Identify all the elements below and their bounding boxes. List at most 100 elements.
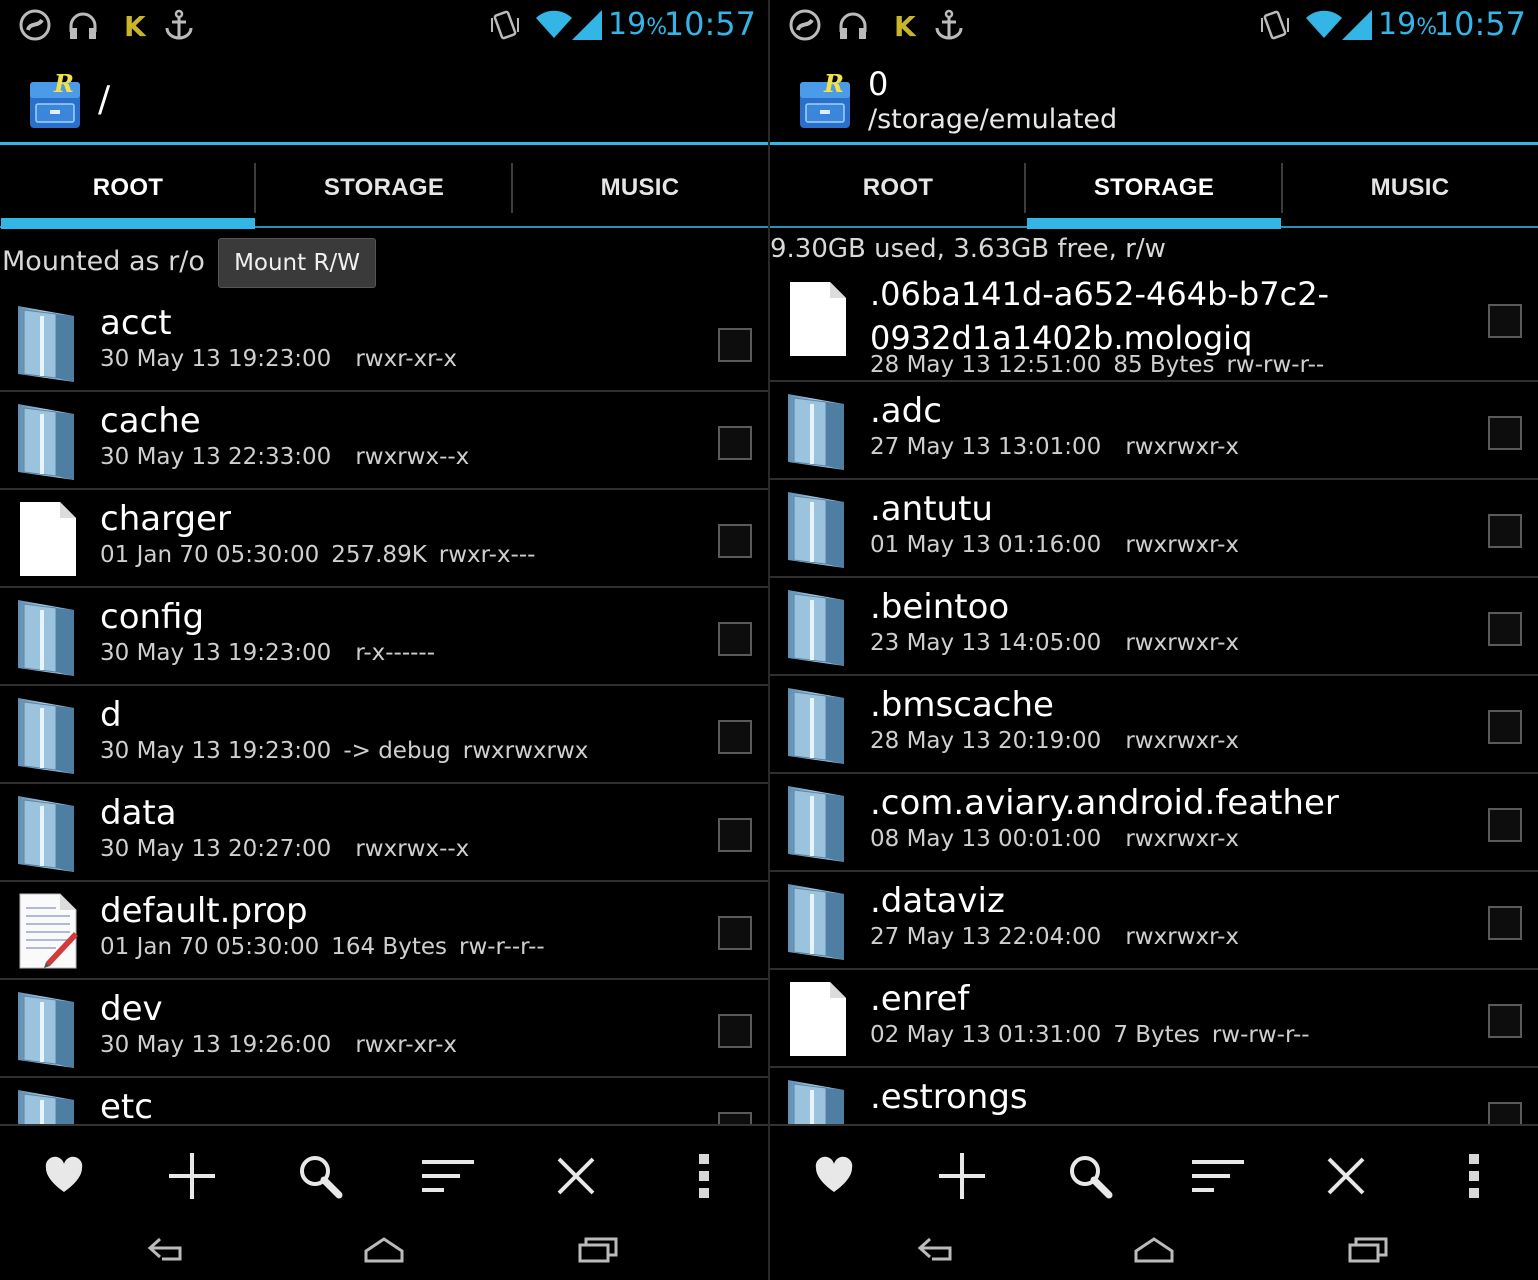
file-details: 01 Jan 70 05:30:00 164 Bytes rw-r--r-- — [100, 934, 545, 960]
file-list-item[interactable]: data 30 May 13 20:27:00 rwxrwx--x — [0, 784, 768, 882]
file-size: 257.89K — [331, 542, 427, 568]
select-checkbox[interactable] — [1488, 1004, 1522, 1038]
home-icon[interactable] — [354, 1230, 414, 1270]
select-checkbox[interactable] — [1488, 514, 1522, 548]
file-details: 23 May 13 14:05:00 rwxrwxr-x — [870, 630, 1239, 656]
file-size: 164 Bytes — [331, 934, 447, 960]
favorite-icon[interactable] — [804, 1148, 864, 1204]
select-checkbox[interactable] — [718, 1112, 752, 1124]
search-icon[interactable] — [290, 1148, 350, 1204]
add-icon[interactable] — [932, 1148, 992, 1204]
select-checkbox[interactable] — [1488, 906, 1522, 940]
select-checkbox[interactable] — [718, 720, 752, 754]
select-checkbox[interactable] — [1488, 416, 1522, 450]
select-checkbox[interactable] — [718, 328, 752, 362]
select-checkbox[interactable] — [718, 426, 752, 460]
recent-apps-icon[interactable] — [1338, 1230, 1398, 1270]
close-icon[interactable] — [1316, 1148, 1376, 1204]
file-list-item[interactable]: .antutu 01 May 13 01:16:00 rwxrwxr-x — [770, 480, 1538, 578]
file-details: 28 May 13 12:51:00 85 Bytes rw-rw-r-- — [870, 352, 1324, 378]
back-icon[interactable] — [908, 1230, 968, 1270]
file-list-item[interactable]: .bmscache 28 May 13 20:19:00 rwxrwxr-x — [770, 676, 1538, 774]
file-list-item[interactable]: .enref 02 May 13 01:31:00 7 Bytes rw-rw-r-… — [770, 970, 1538, 1068]
file-permissions: rwxrwx--x — [355, 836, 470, 862]
add-icon[interactable] — [162, 1148, 222, 1204]
file-list-item[interactable]: etc — [0, 1078, 768, 1124]
battery-level: 19% — [608, 7, 668, 42]
home-icon[interactable] — [1124, 1230, 1184, 1270]
file-date: 30 May 13 19:26:00 — [100, 1032, 332, 1058]
file-details: 30 May 13 22:33:00 rwxrwx--x — [100, 444, 469, 470]
file-list-item[interactable]: d 30 May 13 19:23:00 -> debug rwxrwxrwx — [0, 686, 768, 784]
file-date: 01 May 13 01:16:00 — [870, 532, 1102, 558]
back-icon[interactable] — [138, 1230, 198, 1270]
action-bar: R 0 /storage/emulated — [770, 50, 1538, 142]
tab-storage[interactable]: STORAGE — [256, 145, 512, 230]
anchor-icon — [932, 8, 966, 42]
select-checkbox[interactable] — [718, 818, 752, 852]
overflow-menu-icon[interactable] — [1444, 1148, 1504, 1204]
file-date: 27 May 13 13:01:00 — [870, 434, 1102, 460]
select-checkbox[interactable] — [718, 1014, 752, 1048]
select-checkbox[interactable] — [718, 622, 752, 656]
file-list-item[interactable]: .dataviz 27 May 13 22:04:00 rwxrwxr-x — [770, 872, 1538, 970]
tab-music[interactable]: MUSIC — [1282, 145, 1538, 230]
battery-level: 19% — [1378, 7, 1438, 42]
file-name: .adc — [870, 391, 942, 431]
file-list: .06ba141d-a652-464b-b7c2-0932d1a1402b.mo… — [770, 270, 1538, 1124]
current-folder-title: 0 — [868, 65, 889, 103]
select-checkbox[interactable] — [718, 524, 752, 558]
file-list-item[interactable]: default.prop 01 Jan 70 05:30:00 164 Bytes… — [0, 882, 768, 980]
file-list-item[interactable]: dev 30 May 13 19:26:00 rwxr-xr-x — [0, 980, 768, 1078]
file-list-item[interactable]: .06ba141d-a652-464b-b7c2-0932d1a1402b.mo… — [770, 270, 1538, 382]
sync-icon — [18, 8, 52, 42]
folder-icon — [16, 302, 80, 384]
search-icon[interactable] — [1060, 1148, 1120, 1204]
folder-icon — [16, 596, 80, 678]
file-list-item[interactable]: .estrongs — [770, 1068, 1538, 1124]
file-list-item[interactable]: .com.aviary.android.feather 08 May 13 00… — [770, 774, 1538, 872]
select-checkbox[interactable] — [1488, 808, 1522, 842]
file-list-item[interactable]: acct 30 May 13 19:23:00 rwxr-xr-x — [0, 294, 768, 392]
file-list-item[interactable]: .adc 27 May 13 13:01:00 rwxrwxr-x — [770, 382, 1538, 480]
status-bar: K 19% 10:57 — [0, 0, 768, 50]
select-checkbox[interactable] — [1488, 612, 1522, 646]
svg-text:K: K — [124, 10, 147, 42]
file-name: .antutu — [870, 489, 993, 529]
file-name: .bmscache — [870, 685, 1054, 725]
file-permissions: rw-r--r-- — [458, 934, 545, 960]
file-list-item[interactable]: .beintoo 23 May 13 14:05:00 rwxrwxr-x — [770, 578, 1538, 676]
mount-rw-button[interactable]: Mount R/W — [218, 238, 376, 288]
select-checkbox[interactable] — [1488, 1102, 1522, 1124]
file-name: .com.aviary.android.feather — [870, 783, 1339, 823]
file-date: 27 May 13 22:04:00 — [870, 924, 1102, 950]
file-permissions: rwxrwxr-x — [1125, 826, 1239, 852]
tab-root[interactable]: ROOT — [770, 145, 1026, 230]
favorite-icon[interactable] — [34, 1148, 94, 1204]
select-checkbox[interactable] — [1488, 710, 1522, 744]
wifi-icon — [534, 8, 574, 42]
file-permissions: rwxrwxrwx — [462, 738, 589, 764]
root-explorer-logo-icon[interactable]: R — [28, 68, 84, 130]
overflow-menu-icon[interactable] — [674, 1148, 734, 1204]
close-icon[interactable] — [546, 1148, 606, 1204]
file-details: 01 Jan 70 05:30:00 257.89K rwxr-x--- — [100, 542, 535, 568]
file-name: dev — [100, 989, 163, 1029]
file-list-item[interactable]: charger 01 Jan 70 05:30:00 257.89K rwxr-x-… — [0, 490, 768, 588]
file-list-item[interactable]: cache 30 May 13 22:33:00 rwxrwx--x — [0, 392, 768, 490]
clock: 10:57 — [663, 5, 756, 43]
folder-icon — [16, 1086, 80, 1124]
tab-music[interactable]: MUSIC — [512, 145, 768, 230]
active-tab-indicator — [1, 218, 255, 229]
file-name: config — [100, 597, 205, 637]
select-checkbox[interactable] — [718, 916, 752, 950]
sort-icon[interactable] — [418, 1148, 478, 1204]
root-explorer-logo-icon[interactable]: R — [798, 68, 854, 130]
file-list-item[interactable]: config 30 May 13 19:23:00 r-x------ — [0, 588, 768, 686]
bottom-toolbar — [770, 1124, 1538, 1280]
svg-text:R: R — [823, 69, 844, 98]
sort-icon[interactable] — [1188, 1148, 1248, 1204]
file-icon — [786, 978, 850, 1060]
recent-apps-icon[interactable] — [568, 1230, 628, 1270]
select-checkbox[interactable] — [1488, 304, 1522, 338]
